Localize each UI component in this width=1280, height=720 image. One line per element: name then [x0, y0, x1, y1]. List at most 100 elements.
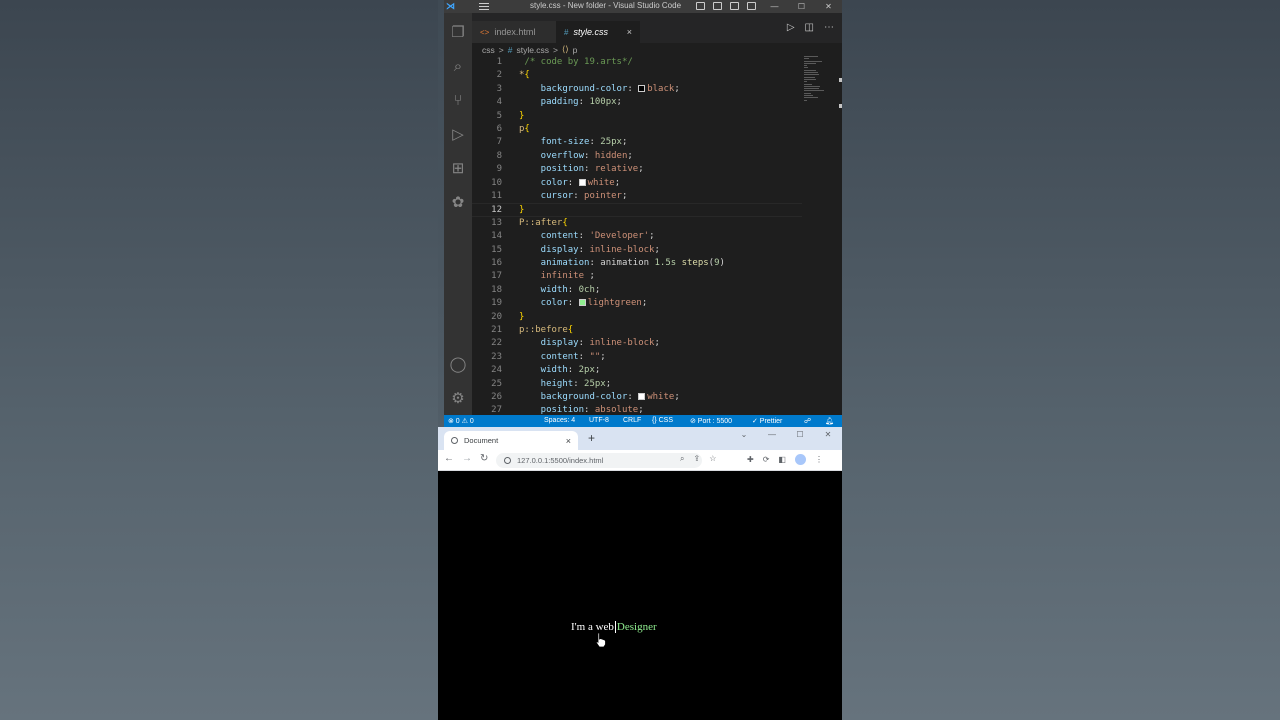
- accounts-icon[interactable]: ◯: [448, 354, 468, 374]
- explorer-icon[interactable]: ❐: [448, 22, 468, 42]
- maximize-icon[interactable]: ☐: [786, 427, 814, 441]
- code-line[interactable]: 5}: [472, 110, 802, 123]
- customize-layout-icon[interactable]: [747, 2, 756, 10]
- close-window-icon[interactable]: ✕: [815, 0, 842, 13]
- maximize-icon[interactable]: ☐: [788, 0, 815, 13]
- minimize-icon[interactable]: —: [758, 427, 786, 441]
- back-icon[interactable]: ←: [444, 453, 454, 464]
- code-line[interactable]: 7 font-size: 25px;: [472, 136, 802, 149]
- minimize-icon[interactable]: —: [761, 0, 788, 13]
- more-menu-icon[interactable]: ⋮: [815, 455, 823, 464]
- tab-index-html[interactable]: <> index.html: [472, 21, 556, 43]
- extensions-puzzle-icon[interactable]: ✚: [747, 455, 754, 464]
- side-panel-icon[interactable]: ◧: [778, 455, 786, 464]
- menu-icon[interactable]: [475, 0, 493, 13]
- code-token: color: [519, 298, 568, 309]
- zoom-search-icon[interactable]: ⌕: [680, 454, 684, 464]
- chevron-down-icon[interactable]: ⌄: [730, 427, 758, 441]
- problems-status[interactable]: ⊗ 0 ⚠ 0: [448, 417, 474, 425]
- encoding-status[interactable]: UTF-8: [589, 417, 609, 424]
- line-number: 9: [496, 164, 502, 175]
- minimap[interactable]: [804, 56, 834, 126]
- search-icon[interactable]: ⌕: [448, 56, 468, 76]
- code-line[interactable]: 4 padding: 100px;: [472, 96, 802, 109]
- toggle-secondary-sidebar-icon[interactable]: [730, 2, 739, 10]
- notifications-bell-icon[interactable]: 🔔︎: [825, 417, 834, 425]
- code-editor[interactable]: 1 /* code by 19.arts*/2 *{3 background-co…: [472, 56, 842, 415]
- code-line[interactable]: 26 background-color: white;: [472, 391, 802, 404]
- code-line[interactable]: 12}: [472, 203, 802, 217]
- code-line[interactable]: 23 content: "";: [472, 351, 802, 364]
- code-line[interactable]: 25 height: 25px;: [472, 378, 802, 391]
- run-debug-icon[interactable]: ▷: [448, 124, 468, 144]
- code-line[interactable]: 16 animation: animation 1.5s steps(9): [472, 257, 802, 270]
- breadcrumb-file[interactable]: style.css: [516, 45, 549, 55]
- color-swatch[interactable]: [638, 84, 646, 92]
- profile-avatar[interactable]: [794, 454, 806, 465]
- animated-word: Designer: [616, 621, 657, 633]
- code-line[interactable]: 18 width: 0ch;: [472, 284, 802, 297]
- prettier-status[interactable]: ✓ Prettier: [752, 417, 782, 425]
- forward-icon[interactable]: →: [462, 453, 472, 464]
- code-line[interactable]: 19 color: lightgreen;: [472, 297, 802, 310]
- split-editor-icon[interactable]: ◫: [805, 22, 814, 33]
- run-icon[interactable]: ▷: [787, 22, 795, 33]
- breadcrumb-folder[interactable]: css: [482, 45, 495, 55]
- indentation-status[interactable]: Spaces: 4: [544, 417, 575, 424]
- python-icon[interactable]: ✿: [448, 192, 468, 212]
- code-line[interactable]: 15 display: inline-block;: [472, 244, 802, 257]
- code-line[interactable]: 2 *{: [472, 69, 802, 82]
- code-line[interactable]: 9 position: relative;: [472, 163, 802, 176]
- code-line[interactable]: 11 cursor: pointer;: [472, 190, 802, 203]
- color-swatch[interactable]: [578, 178, 586, 186]
- status-bar: ⊗ 0 ⚠ 0 Spaces: 4 UTF-8 CRLF {} CSS ⊘ Po…: [444, 415, 842, 427]
- tab-style-css[interactable]: # style.css ×: [556, 21, 640, 43]
- code-text: infinite ;: [519, 270, 595, 283]
- language-status[interactable]: {} CSS: [652, 417, 673, 424]
- code-line[interactable]: 20}: [472, 311, 802, 324]
- feedback-icon[interactable]: ☍: [804, 417, 811, 425]
- code-token: 1.5s: [654, 258, 682, 268]
- color-swatch[interactable]: [578, 299, 586, 307]
- sync-icon[interactable]: ⟳: [763, 455, 770, 464]
- bookmark-star-icon[interactable]: ☆: [709, 454, 716, 464]
- browser-tab[interactable]: Document ×: [444, 431, 578, 450]
- code-line[interactable]: 14 content: 'Developer';: [472, 230, 802, 243]
- site-info-icon[interactable]: [504, 457, 511, 464]
- code-line[interactable]: 8 overflow: hidden;: [472, 150, 802, 163]
- close-tab-icon[interactable]: ×: [566, 436, 571, 446]
- code-line[interactable]: 21 p::before{: [472, 324, 802, 337]
- extensions-icon[interactable]: ⊞: [448, 158, 468, 178]
- more-actions-icon[interactable]: ⋯: [824, 22, 834, 33]
- code-line[interactable]: 13 P::after{: [472, 217, 802, 230]
- address-bar[interactable]: 127.0.0.1:5500/index.html: [496, 453, 702, 468]
- code-line[interactable]: 24 width: 2px;: [472, 364, 802, 377]
- code-line[interactable]: 3 background-color: black;: [472, 83, 802, 96]
- url-text[interactable]: 127.0.0.1:5500/index.html: [517, 456, 603, 465]
- code-line[interactable]: 10 color: white;: [472, 177, 802, 190]
- code-token: ;: [621, 191, 628, 201]
- animated-paragraph[interactable]: I'm a web Designer: [571, 621, 657, 633]
- settings-gear-icon[interactable]: ⚙: [448, 388, 468, 408]
- new-tab-button[interactable]: +: [588, 431, 595, 445]
- code-line[interactable]: 22 display: inline-block;: [472, 337, 802, 350]
- breadcrumb-symbol[interactable]: p: [573, 45, 578, 55]
- close-window-icon[interactable]: ✕: [814, 427, 842, 441]
- toggle-sidebar-icon[interactable]: [696, 2, 705, 10]
- reload-icon[interactable]: ↻: [480, 453, 488, 464]
- live-server-port[interactable]: ⊘ Port : 5500: [690, 417, 732, 425]
- code-token: :: [584, 164, 595, 175]
- line-number: 5: [496, 110, 502, 121]
- code-line[interactable]: 17 infinite ;: [472, 270, 802, 283]
- share-icon[interactable]: ⇪: [693, 454, 700, 464]
- code-text: position: relative;: [519, 163, 644, 176]
- line-number: 22: [491, 338, 502, 349]
- source-control-icon[interactable]: ⑂: [448, 90, 468, 110]
- code-line[interactable]: 6 p{: [472, 123, 802, 136]
- code-token: width: [519, 284, 568, 295]
- code-line[interactable]: 1 /* code by 19.arts*/: [472, 56, 802, 69]
- toggle-panel-icon[interactable]: [713, 2, 722, 10]
- color-swatch[interactable]: [638, 393, 646, 400]
- close-tab-icon[interactable]: ×: [627, 27, 632, 37]
- eol-status[interactable]: CRLF: [623, 417, 641, 424]
